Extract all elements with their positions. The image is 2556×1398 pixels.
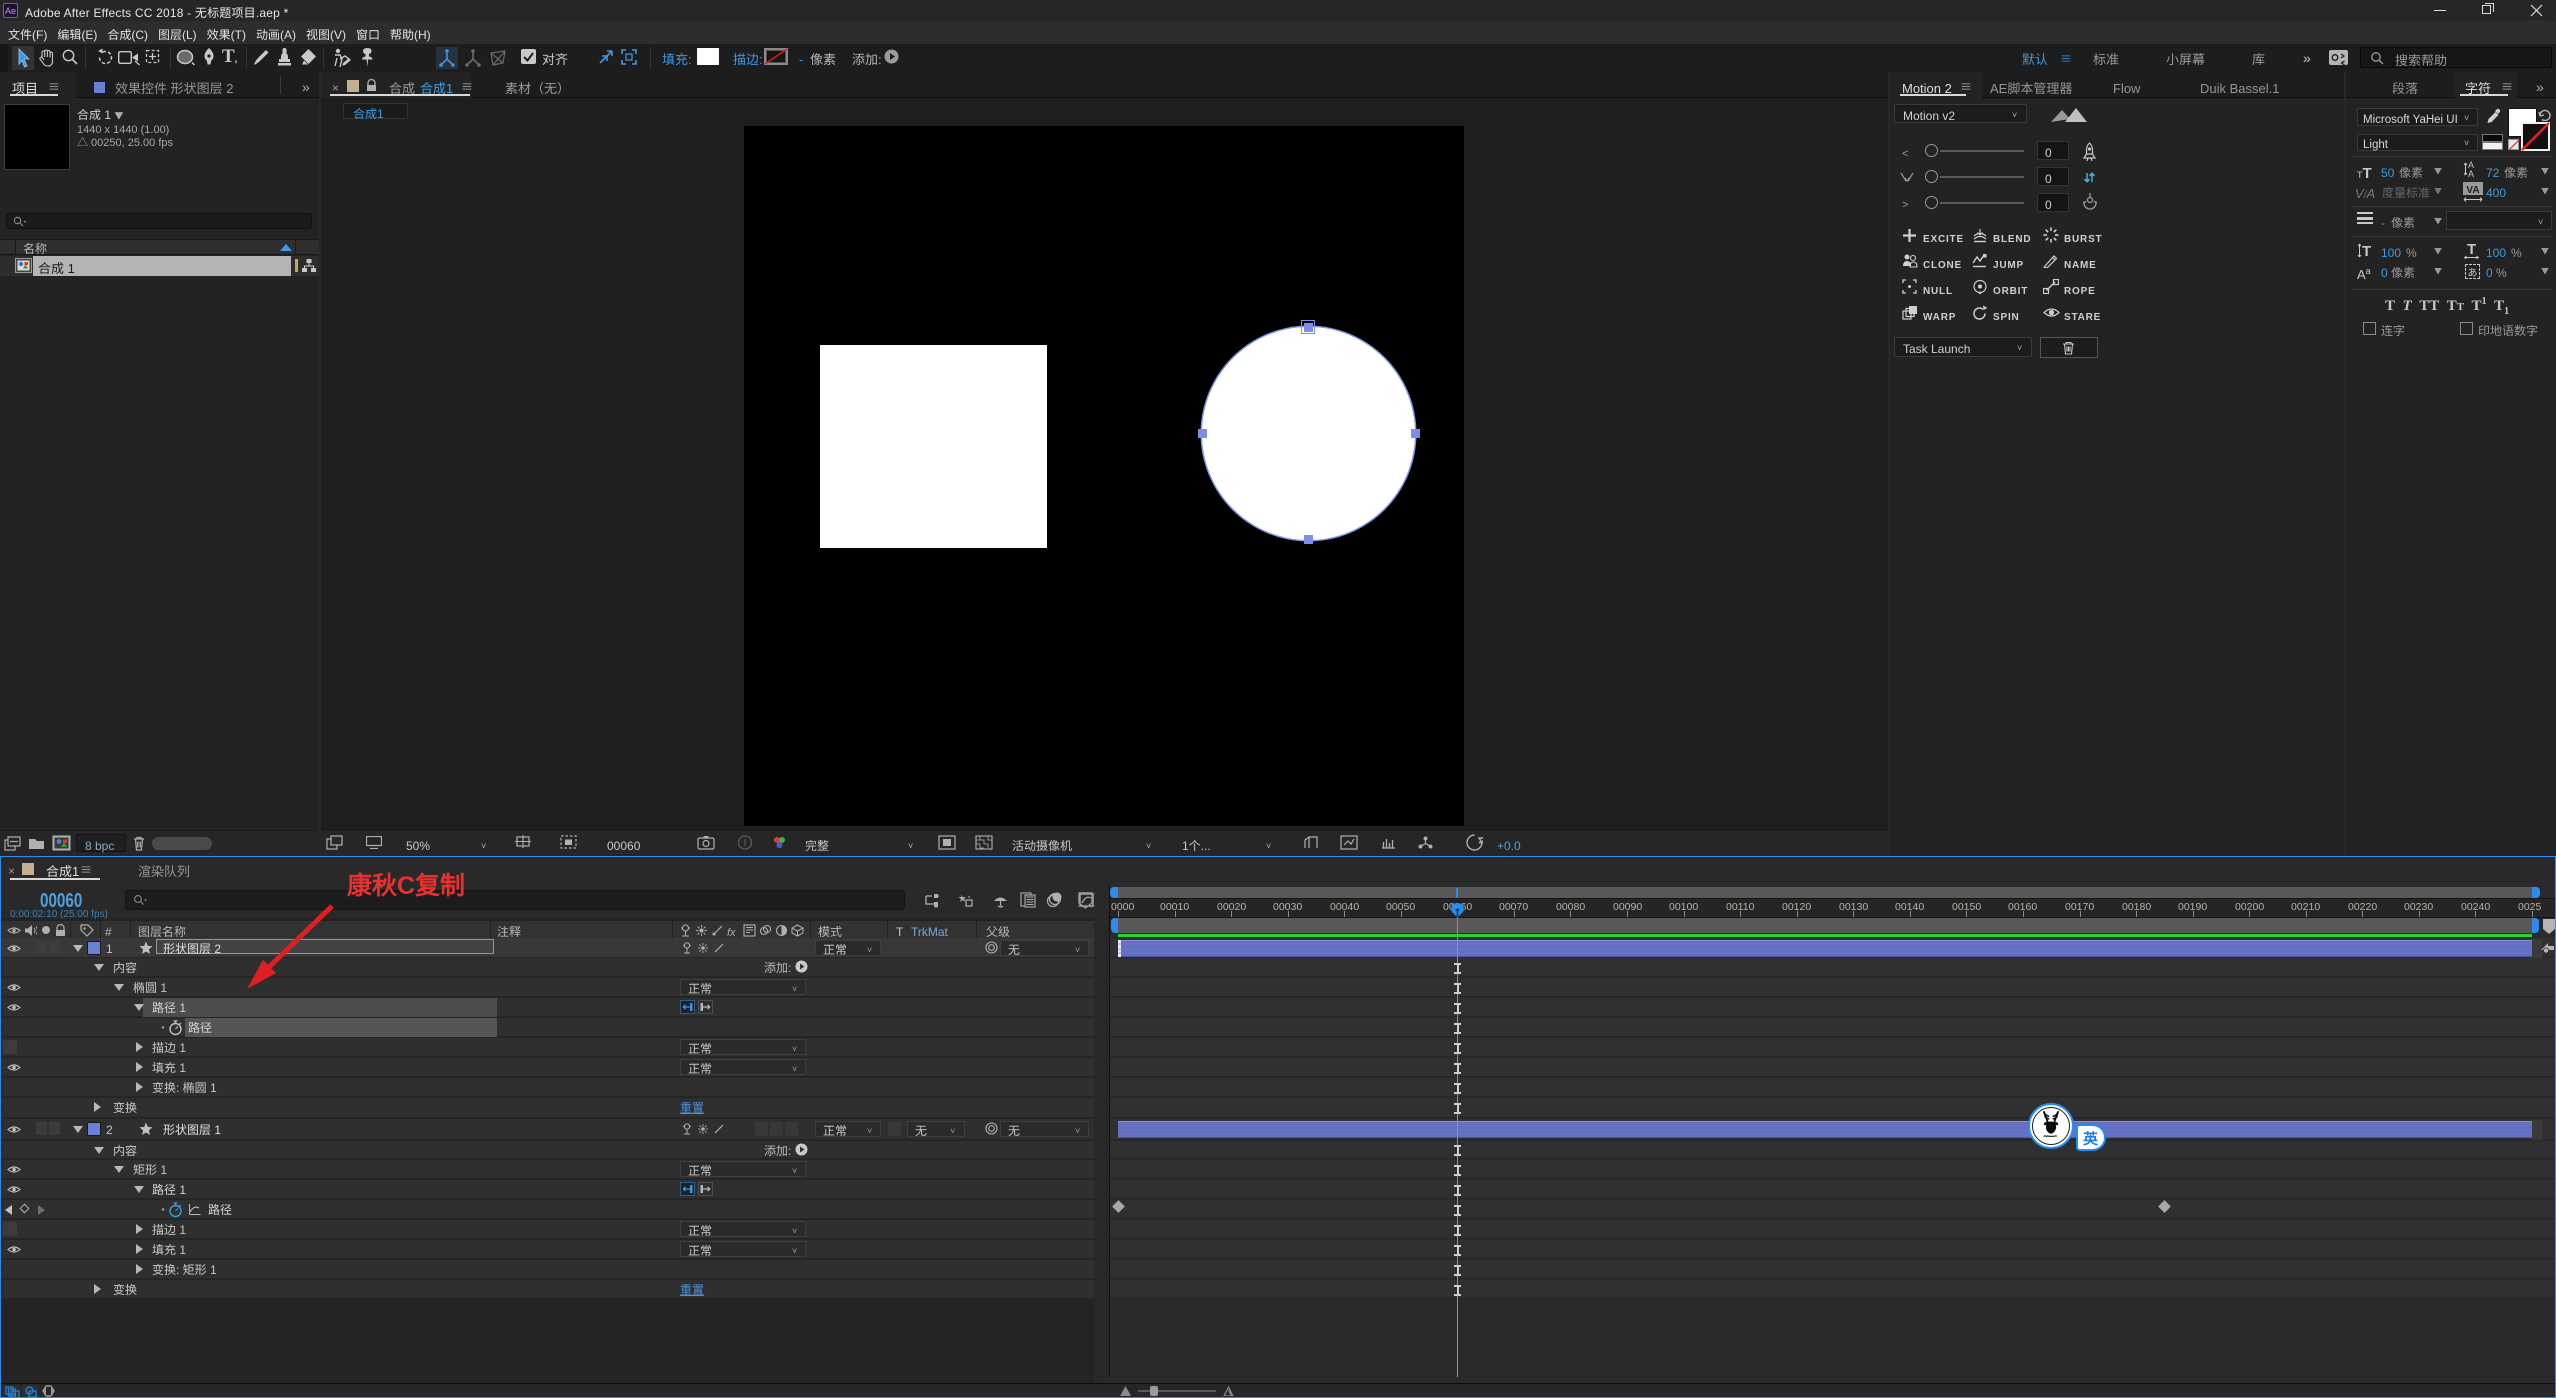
svg-text:T: T [2467, 242, 2476, 258]
svg-text:T: T [2362, 243, 2371, 259]
svg-text:A: A [2468, 169, 2474, 179]
